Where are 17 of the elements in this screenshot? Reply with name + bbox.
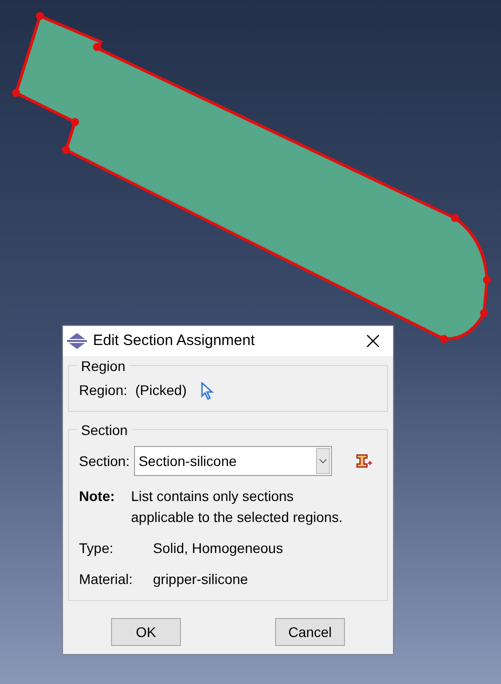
app-icon: [67, 333, 87, 349]
window-title: Edit Section Assignment: [93, 330, 255, 351]
chevron-down-icon: [316, 448, 330, 474]
close-icon[interactable]: [367, 335, 379, 347]
field-value: Solid, Homogeneous: [153, 539, 283, 558]
dialog-button[interactable]: OK: [111, 618, 181, 646]
region-value: (Picked): [135, 381, 187, 400]
field-value: gripper-silicone: [153, 570, 248, 589]
section-label: Section:: [79, 452, 130, 470]
section-dropdown[interactable]: Section-silicone: [134, 446, 332, 476]
field-label: Type:: [79, 539, 114, 558]
dialog-button[interactable]: Cancel: [275, 618, 345, 646]
field-label: Material:: [79, 570, 134, 589]
region-label: Region:: [79, 381, 128, 400]
cursor-arrow-icon[interactable]: [200, 382, 215, 400]
note-text: List contains only sections applicable to the selected regions.: [131, 487, 344, 527]
note-label: Note:: [79, 487, 116, 506]
